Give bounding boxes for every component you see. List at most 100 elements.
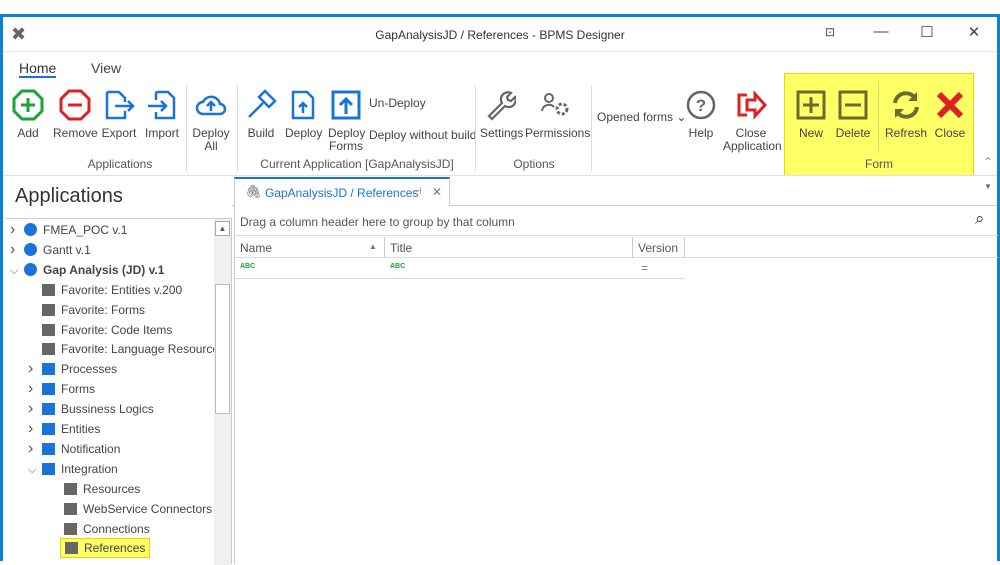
chevron-right-icon[interactable]: › [10,240,24,260]
build-button[interactable]: Build [243,89,279,140]
tree-item-label: Favorite: Forms [61,302,146,317]
scroll-thumb[interactable] [215,284,230,414]
column-header-name[interactable]: Name ▲ [235,237,385,258]
tree-item[interactable]: › FMEA_POC v.1 [10,220,127,240]
deploy-all-button[interactable]: Deploy All [191,89,231,153]
tree-item-label: WebService Connectors [83,501,213,516]
tree-item[interactable]: › Forms [28,379,95,399]
window-title: GapAnalysisJD / References - BPMS Design… [375,28,625,42]
references-grid: Drag a column header here to group by th… [234,206,998,564]
import-button[interactable]: Import [142,89,182,140]
delete-button[interactable]: Delete [833,89,873,140]
tab-view[interactable]: View [91,60,121,76]
close-x-icon [936,91,964,119]
tree-item-label: Forms [61,382,95,397]
tree-item[interactable]: ⌵ Integration [28,459,118,479]
tab-gapanalysisjd-references[interactable]: 🖇 GapAnalysisJD / References ⊣ ✕ [234,177,450,206]
handshake-icon [42,462,55,475]
tree-item-label: Processes [61,362,118,377]
close-tab-icon[interactable]: ✕ [432,185,442,199]
export-icon [105,90,135,120]
column-header-version[interactable]: Version [633,237,685,258]
title-filter-cell[interactable]: ABC [390,263,405,270]
search-icon[interactable]: ⌕ [975,209,985,229]
deploy-forms-button[interactable]: Deploy Forms [328,89,365,153]
circle-icon [24,223,37,236]
chevron-right-icon[interactable]: › [28,419,42,439]
name-filter-cell[interactable]: ABC [240,263,255,270]
group-panel[interactable]: Drag a column header here to group by th… [235,206,998,236]
close-window-button[interactable]: ✕ [962,23,986,45]
tree-item-label: FMEA_POC v.1 [43,223,128,237]
tab-list-dropdown[interactable]: ▼ [984,182,992,191]
chevron-down-icon[interactable]: ⌵ [10,261,24,281]
applications-group-label: Applications [87,157,153,171]
users-gear-icon [541,93,569,116]
collapse-ribbon-icon[interactable]: ⌃ [983,155,993,169]
chevron-right-icon[interactable]: › [28,439,42,459]
tree-item[interactable]: Favorite: Code Items [28,320,172,340]
resources-icon [64,482,77,495]
tree-item[interactable]: Favorite: Entities v.200 [28,280,182,300]
tree-item-label: Connections [83,521,150,536]
tree-item[interactable]: ⌵ Gap Analysis (JD) v.1 [10,260,164,280]
help-icon: ? [686,90,716,120]
chevron-right-icon[interactable]: › [28,379,42,399]
undeploy-button[interactable]: Un-Deploy [369,97,426,110]
tree-item-label: References [84,541,146,556]
export-button[interactable]: Export [100,89,138,140]
help-button[interactable]: ? Help [683,89,719,140]
chevron-right-icon[interactable]: › [28,399,42,419]
tree-item-label: Favorite: Entities v.200 [61,282,183,297]
pin-icon[interactable]: ⊣ [413,186,422,197]
tree-scrollbar[interactable]: ▲ [214,219,231,565]
paperclip-icon [65,542,78,555]
deploy-button[interactable]: Deploy [285,89,322,140]
globe-icon [64,502,77,515]
deploy-without-build-button[interactable]: Deploy without build [369,129,476,142]
tree-item[interactable]: Favorite: Language Resources [28,339,225,359]
app-window: ✖ GapAnalysisJD / References - BPMS Desi… [0,14,1000,565]
file-upload-icon [291,90,315,120]
tree-item[interactable]: › Entities [28,419,100,439]
refresh-button[interactable]: Refresh [883,89,929,140]
tree-item[interactable]: › Processes [28,359,117,379]
tab-home[interactable]: Home [19,60,57,78]
minimize-button[interactable]: — [869,23,893,45]
tree-item[interactable]: Favorite: Forms [28,300,145,320]
tree-item-label: Entities [61,422,101,436]
forms-icon [42,303,55,316]
opened-forms-dropdown[interactable]: Opened forms ⌄ [597,111,686,124]
remove-button[interactable]: Remove [53,89,98,140]
close-form-button[interactable]: Close [931,89,969,140]
exit-icon [737,90,767,120]
circle-icon [24,242,37,256]
tree-item[interactable]: References [60,538,151,559]
chevron-right-icon[interactable]: › [28,359,42,379]
tree-item[interactable]: Resources [64,479,140,499]
maximize-button[interactable]: ☐ [915,23,939,45]
tree-item-label: Integration [61,461,118,476]
tree-item[interactable]: › Bussiness Logics [28,399,154,419]
remove-icon [59,89,91,121]
gears-icon [42,363,55,376]
chevron-right-icon[interactable]: › [10,220,24,240]
add-button[interactable]: Add [9,89,47,140]
column-header-row: Name ▲ Title Version [235,237,998,258]
permissions-button[interactable]: Permissions [525,89,590,140]
tree-item[interactable]: Connections [64,519,150,539]
add-icon [12,89,44,121]
column-header-title[interactable]: Title [385,237,633,258]
new-button[interactable]: New [793,89,829,140]
tree-item[interactable]: › Gantt v.1 [10,240,91,260]
settings-button[interactable]: Settings [480,89,523,140]
form-group-label: Form [865,157,893,171]
tree-item[interactable]: › Notification [28,439,120,459]
restore-layout-button[interactable]: ⊡ [818,25,842,47]
language-icon [42,343,55,356]
version-filter-cell[interactable]: = [641,261,648,275]
close-application-button[interactable]: Close Application [723,89,782,153]
scroll-up-button[interactable]: ▲ [215,221,230,236]
chevron-down-icon[interactable]: ⌵ [28,460,42,480]
tree-item[interactable]: WebService Connectors [64,499,212,519]
